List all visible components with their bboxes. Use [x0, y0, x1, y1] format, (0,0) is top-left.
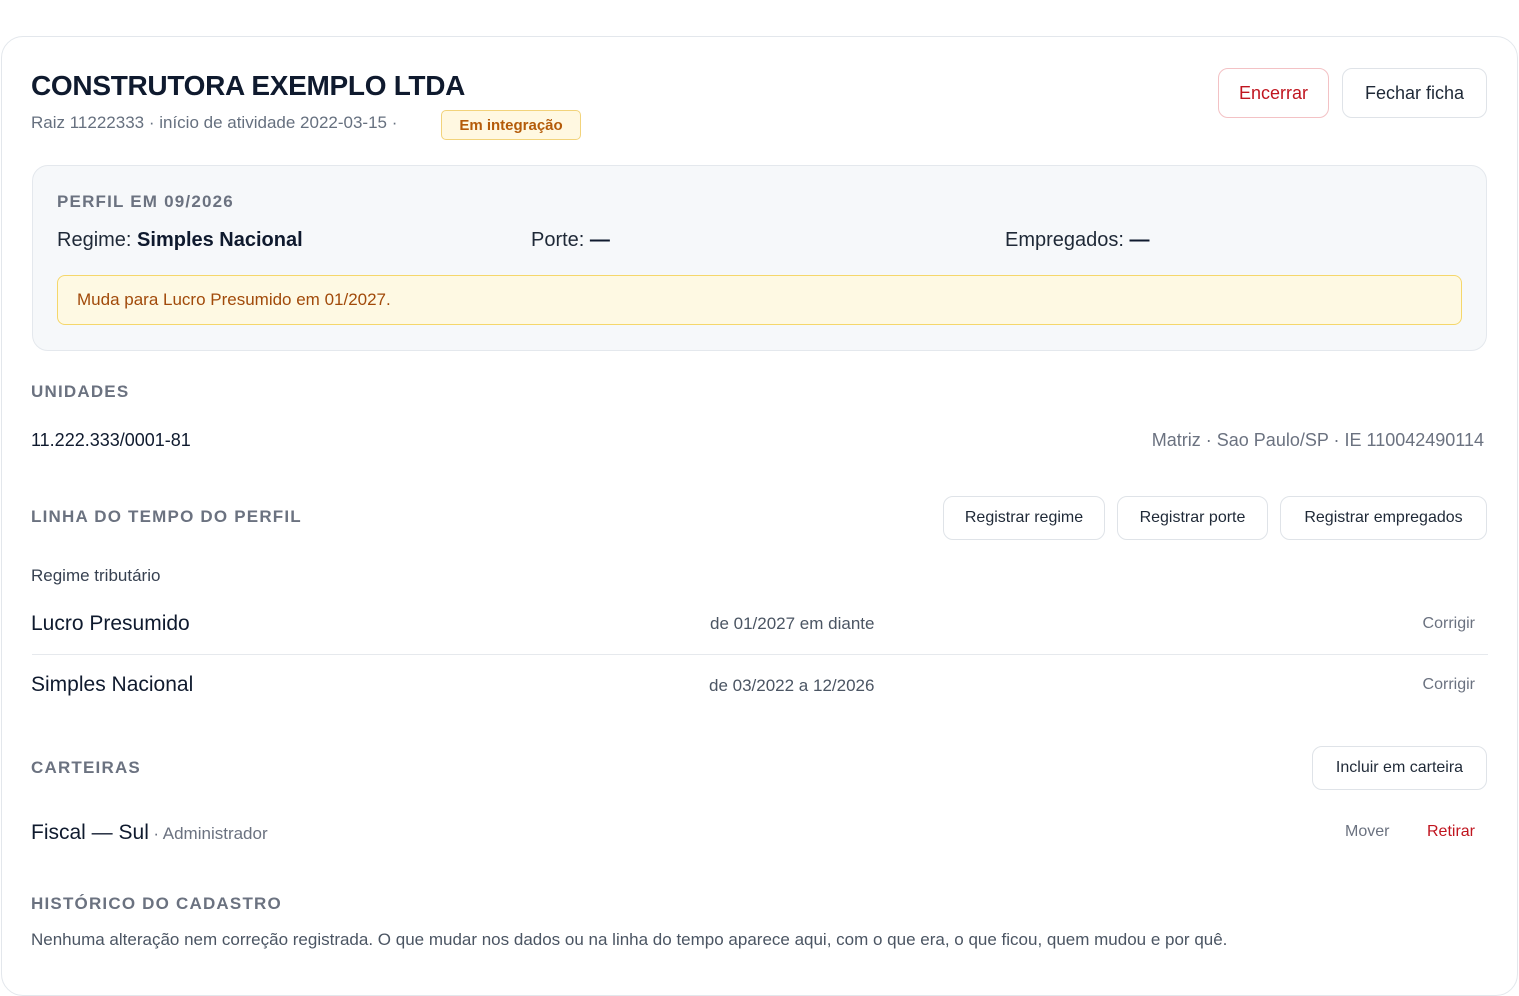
portfolio-role: · Administrador: [153, 824, 268, 843]
incluir-em-carteira-button[interactable]: Incluir em carteira: [1312, 746, 1487, 790]
empregados-field: Empregados: —: [1005, 229, 1150, 252]
regime-label: Regime:: [57, 229, 132, 251]
status-badge: Em integração: [441, 110, 581, 140]
timeline-caption: LINHA DO TEMPO DO PERFIL: [31, 507, 302, 526]
portfolios-caption: CARTEIRAS: [31, 758, 141, 777]
units-caption: UNIDADES: [31, 382, 130, 401]
regime-change-notice: Muda para Lucro Presumido em 01/2027.: [57, 275, 1462, 325]
empregados-value: —: [1129, 229, 1150, 251]
corrigir-link[interactable]: Corrigir: [1423, 615, 1475, 633]
company-title: CONSTRUTORA EXEMPLO LTDA: [31, 70, 466, 101]
row-divider: [32, 654, 1488, 655]
portfolio-name: Fiscal — Sul: [31, 821, 149, 844]
fechar-ficha-button[interactable]: Fechar ficha: [1342, 68, 1487, 118]
profile-caption: PERFIL EM 09/2026: [57, 192, 234, 211]
empregados-label: Empregados:: [1005, 229, 1124, 251]
company-subline: Raiz 11222333 · início de atividade 2022…: [31, 113, 398, 132]
timeline-row-period: de 01/2027 em diante: [710, 614, 875, 633]
registrar-regime-button[interactable]: Registrar regime: [943, 496, 1105, 540]
timeline-row-period: de 03/2022 a 12/2026: [709, 676, 875, 695]
portfolio-item: Fiscal — Sul · Administrador: [31, 821, 268, 845]
regime-field: Regime: Simples Nacional: [57, 229, 303, 252]
registrar-empregados-button[interactable]: Registrar empregados: [1280, 496, 1487, 540]
history-empty-text: Nenhuma alteração nem correção registrad…: [31, 930, 1228, 949]
timeline-row-name: Lucro Presumido: [31, 612, 190, 635]
history-caption: HISTÓRICO DO CADASTRO: [31, 894, 282, 913]
unit-cnpj: 11.222.333/0001-81: [31, 430, 191, 450]
porte-value: —: [589, 229, 610, 251]
registrar-porte-button[interactable]: Registrar porte: [1117, 496, 1268, 540]
unit-details: Matriz · Sao Paulo/SP · IE 110042490114: [1151, 430, 1484, 450]
regime-group-label: Regime tributário: [31, 566, 161, 585]
regime-value: Simples Nacional: [137, 229, 303, 251]
encerrar-button[interactable]: Encerrar: [1218, 68, 1329, 118]
corrigir-link[interactable]: Corrigir: [1423, 676, 1475, 694]
porte-label: Porte:: [531, 229, 585, 251]
retirar-link[interactable]: Retirar: [1427, 823, 1475, 841]
porte-field: Porte: —: [531, 229, 610, 252]
timeline-row-name: Simples Nacional: [31, 673, 194, 696]
mover-link[interactable]: Mover: [1345, 823, 1389, 841]
